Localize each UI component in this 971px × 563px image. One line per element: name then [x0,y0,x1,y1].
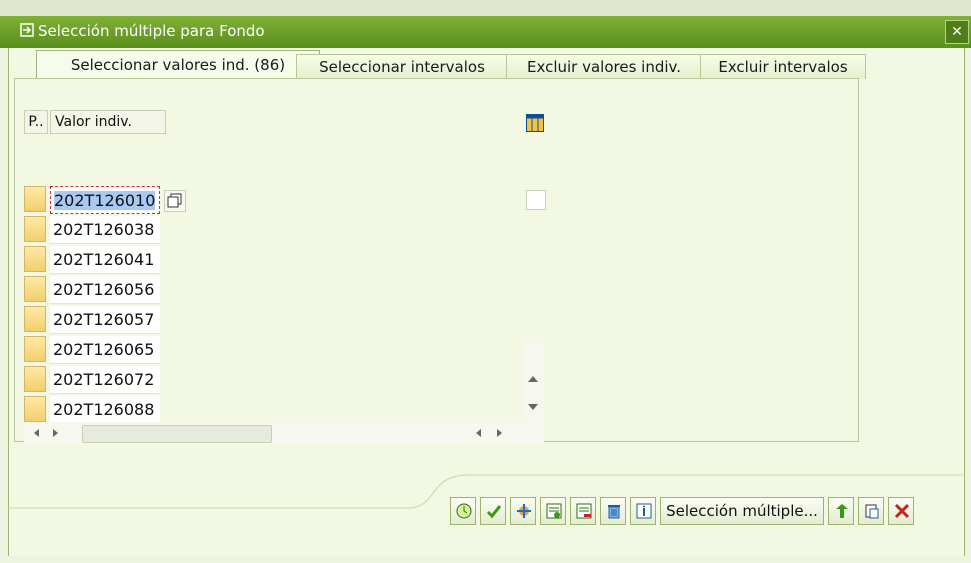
check-button[interactable] [480,497,506,525]
layout-settings-icon[interactable] [526,114,544,132]
row-selector[interactable] [24,306,46,332]
delete-row-button[interactable] [570,497,596,525]
scroll-left-icon[interactable] [474,428,484,438]
tab-seleccionar-valores[interactable]: Seleccionar valores ind. (86) [36,50,320,79]
close-button[interactable]: ✕ [945,20,969,44]
close-icon [894,503,910,519]
import-button[interactable] [510,497,536,525]
trash-button[interactable] [600,497,626,525]
cancel-button[interactable] [888,497,914,525]
info-button[interactable] [630,497,656,525]
window-title: Selección múltiple para Fondo [38,22,265,40]
clock-check-icon [456,503,472,519]
tab-label: Excluir valores indiv. [526,58,682,76]
import-icon [517,504,531,518]
row-selector[interactable] [24,396,46,422]
table-row-value[interactable]: 202T126038 [50,216,160,244]
insert-row-icon [546,503,562,519]
vertical-scrollbar[interactable] [522,342,544,422]
value-help-button[interactable] [164,190,186,212]
checkmark-icon [486,505,502,519]
title-bar: Selección múltiple para Fondo ✕ [0,16,971,48]
table-row-value[interactable]: 202T126010 [50,186,160,214]
table-row-value[interactable]: 202T126056 [50,276,160,304]
row-selector[interactable] [24,246,46,272]
tab-excluir-intervalos[interactable]: Excluir intervalos [700,54,866,79]
table-row-value[interactable]: 202T126041 [50,246,160,274]
values-grid: P.. Valor indiv. 202T126010 202T126038 2… [14,110,546,444]
horizontal-scrollbar[interactable] [24,422,544,444]
row-selector[interactable] [24,366,46,392]
insert-row-button[interactable] [540,497,566,525]
dialog-icon [20,23,34,37]
scroll-up-icon[interactable] [527,374,539,384]
row-selector[interactable] [24,216,46,242]
scroll-thumb[interactable] [82,425,272,443]
trash-icon [608,505,620,519]
clipboard-icon [865,504,879,519]
copy-icon [167,193,182,208]
close-icon: ✕ [951,24,963,40]
execute-button[interactable] [450,497,476,525]
delete-row-icon [576,503,592,519]
table-row-value[interactable]: 202T126072 [50,366,160,394]
table-row-value[interactable]: 202T126065 [50,336,160,364]
upload-icon [836,504,848,518]
tab-excluir-valores[interactable]: Excluir valores indiv. [506,54,702,79]
row-selector[interactable] [24,336,46,362]
scroll-left-icon[interactable] [32,428,42,438]
tab-label: Excluir intervalos [718,58,848,76]
column-header-p[interactable]: P.. [24,110,48,134]
select-all-checkbox[interactable] [526,190,546,210]
upload-button[interactable] [828,497,854,525]
tab-label: Seleccionar valores ind. (86) [70,56,286,74]
row-selector[interactable] [24,186,46,212]
clipboard-button[interactable] [858,497,884,525]
scroll-right-icon[interactable] [494,428,504,438]
tab-seleccionar-intervalos[interactable]: Seleccionar intervalos [296,54,508,79]
tab-label: Seleccionar intervalos [319,58,485,76]
info-icon [636,503,652,519]
scroll-right-icon[interactable] [50,428,60,438]
scroll-down-icon[interactable] [527,402,539,412]
row-selector[interactable] [24,276,46,302]
multiple-selection-button[interactable]: Selección múltiple... [660,497,824,525]
table-row-value[interactable]: 202T126088 [50,396,160,424]
column-header-valor[interactable]: Valor indiv. [50,110,166,134]
background-strip [0,0,971,16]
table-row-value[interactable]: 202T126057 [50,306,160,334]
